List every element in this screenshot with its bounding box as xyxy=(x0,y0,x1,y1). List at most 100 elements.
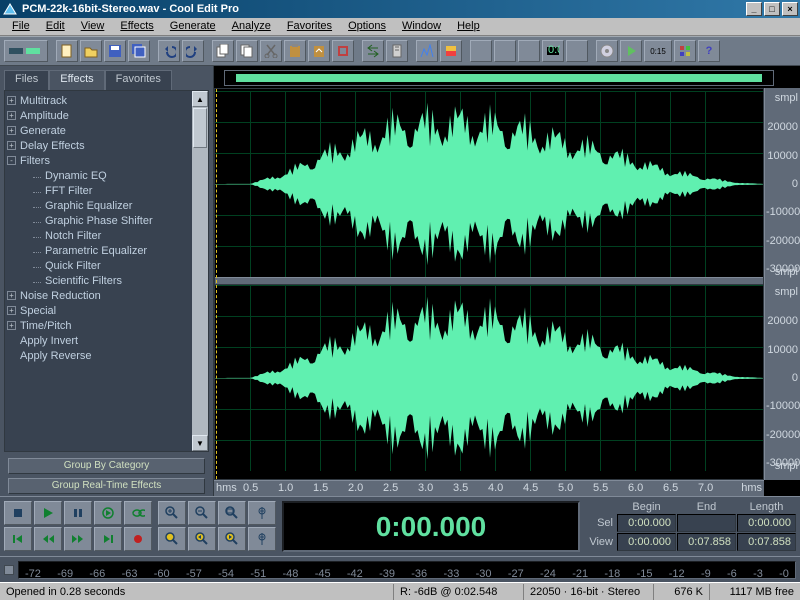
waveform-display[interactable] xyxy=(214,88,764,480)
zoom-sel-button[interactable] xyxy=(158,527,186,551)
forward-button[interactable] xyxy=(64,527,92,551)
play-to-end-button[interactable] xyxy=(94,501,122,525)
scroll-up-button[interactable]: ▲ xyxy=(192,91,208,107)
open-button[interactable] xyxy=(80,40,102,62)
zoom-in-button[interactable] xyxy=(158,501,186,525)
play-button[interactable] xyxy=(34,501,62,525)
play-script-button[interactable] xyxy=(620,40,642,62)
undo-button[interactable] xyxy=(158,40,180,62)
loop-button[interactable] xyxy=(124,501,152,525)
mix-paste-button[interactable] xyxy=(308,40,330,62)
tree-item[interactable]: +Noise Reduction xyxy=(7,288,206,303)
tree-item[interactable]: +Special xyxy=(7,303,206,318)
help-button[interactable]: ? xyxy=(698,40,720,62)
options-button[interactable] xyxy=(674,40,696,62)
time-ruler[interactable]: hms0.51.01.52.02.53.03.54.04.55.05.56.06… xyxy=(214,480,764,496)
tree-item[interactable]: Graphic Equalizer xyxy=(7,198,206,213)
zoom-in-vert-button[interactable] xyxy=(248,501,276,525)
copy-new-button[interactable] xyxy=(212,40,234,62)
zoom-full-button[interactable] xyxy=(218,501,246,525)
close-button[interactable]: × xyxy=(782,2,798,16)
show-left-button[interactable] xyxy=(470,40,492,62)
show-zoom-button[interactable] xyxy=(566,40,588,62)
menu-favorites[interactable]: Favorites xyxy=(279,18,340,35)
tree-item[interactable]: -Filters xyxy=(7,153,206,168)
tree-item[interactable]: +Amplitude xyxy=(7,108,206,123)
tree-item[interactable]: Apply Reverse xyxy=(7,348,206,363)
group-realtime-button[interactable]: Group Real-Time Effects xyxy=(8,478,205,494)
maximize-button[interactable]: □ xyxy=(764,2,780,16)
show-bottom-button[interactable] xyxy=(494,40,516,62)
sel-length-value[interactable]: 0:00.000 xyxy=(737,514,796,532)
mode-toggle-button[interactable] xyxy=(4,40,48,62)
view-begin-value[interactable]: 0:00.000 xyxy=(617,533,676,551)
sel-end-value[interactable] xyxy=(677,514,736,532)
tree-item[interactable]: Scientific Filters xyxy=(7,273,206,288)
menu-options[interactable]: Options xyxy=(340,18,394,35)
menu-generate[interactable]: Generate xyxy=(162,18,224,35)
save-button[interactable] xyxy=(104,40,126,62)
tree-item[interactable]: +Multitrack xyxy=(7,93,206,108)
zoom-out-vert-button[interactable] xyxy=(248,527,276,551)
pause-button[interactable] xyxy=(64,501,92,525)
view-end-value[interactable]: 0:07.858 xyxy=(677,533,736,551)
tree-item[interactable]: Parametric Equalizer xyxy=(7,243,206,258)
menu-window[interactable]: Window xyxy=(394,18,449,35)
rewind-button[interactable] xyxy=(34,527,62,551)
menu-analyze[interactable]: Analyze xyxy=(224,18,279,35)
zoom-out-button[interactable] xyxy=(188,501,216,525)
tree-item[interactable]: Quick Filter xyxy=(7,258,206,273)
status-format: 22050 · 16-bit · Stereo xyxy=(524,584,654,600)
timer-button[interactable]: 0:15 xyxy=(644,40,672,62)
menu-help[interactable]: Help xyxy=(449,18,488,35)
zoom-controls xyxy=(158,501,246,552)
group-category-button[interactable]: Group By Category xyxy=(8,458,205,474)
timecode-display[interactable]: 0:00.000 xyxy=(282,501,580,552)
go-start-button[interactable] xyxy=(4,527,32,551)
tab-files[interactable]: Files xyxy=(4,70,49,90)
tree-item[interactable]: +Delay Effects xyxy=(7,138,206,153)
tree-item[interactable]: Dynamic EQ xyxy=(7,168,206,183)
new-button[interactable] xyxy=(56,40,78,62)
stop-button[interactable] xyxy=(4,501,32,525)
tree-item[interactable]: Apply Invert xyxy=(7,333,206,348)
scroll-thumb[interactable] xyxy=(193,108,207,148)
copy-button[interactable] xyxy=(236,40,258,62)
menu-view[interactable]: View xyxy=(73,18,113,35)
tab-favorites[interactable]: Favorites xyxy=(105,70,172,90)
record-button[interactable] xyxy=(124,527,152,551)
tree-item[interactable]: +Generate xyxy=(7,123,206,138)
trim-button[interactable] xyxy=(332,40,354,62)
go-end-button[interactable] xyxy=(94,527,122,551)
sel-begin-value[interactable]: 0:00.000 xyxy=(617,514,676,532)
convert-button[interactable] xyxy=(362,40,384,62)
tree-item[interactable]: FFT Filter xyxy=(7,183,206,198)
meter-toggle-icon[interactable] xyxy=(4,565,14,575)
spectral-button[interactable] xyxy=(416,40,438,62)
tree-item[interactable]: +Time/Pitch xyxy=(7,318,206,333)
zoom-sel-left-button[interactable] xyxy=(188,527,216,551)
menu-edit[interactable]: Edit xyxy=(38,18,73,35)
tree-item[interactable]: Notch Filter xyxy=(7,228,206,243)
cut-button[interactable] xyxy=(260,40,282,62)
settings-button[interactable] xyxy=(386,40,408,62)
overview-bar[interactable] xyxy=(224,70,774,86)
view-length-value[interactable]: 0:07.858 xyxy=(737,533,796,551)
effects-tree[interactable]: +Multitrack+Amplitude+Generate+Delay Eff… xyxy=(5,91,208,365)
level-meter[interactable]: -72-69-66-63-60-57-54-51-48-45-42-39-36-… xyxy=(18,561,796,579)
menu-effects[interactable]: Effects xyxy=(112,18,161,35)
cd-button[interactable] xyxy=(596,40,618,62)
tab-effects[interactable]: Effects xyxy=(49,70,104,90)
scroll-down-button[interactable]: ▼ xyxy=(192,435,208,451)
redo-button[interactable] xyxy=(182,40,204,62)
zoom-sel-right-button[interactable] xyxy=(218,527,246,551)
paste-button[interactable] xyxy=(284,40,306,62)
show-transport-button[interactable] xyxy=(518,40,540,62)
freq-button[interactable] xyxy=(440,40,462,62)
tree-item[interactable]: Graphic Phase Shifter xyxy=(7,213,206,228)
show-time-button[interactable]: 0:0 xyxy=(542,40,564,62)
menu-file[interactable]: File xyxy=(4,18,38,35)
minimize-button[interactable]: _ xyxy=(746,2,762,16)
tree-scrollbar[interactable]: ▲ ▼ xyxy=(192,91,208,451)
save-all-button[interactable] xyxy=(128,40,150,62)
